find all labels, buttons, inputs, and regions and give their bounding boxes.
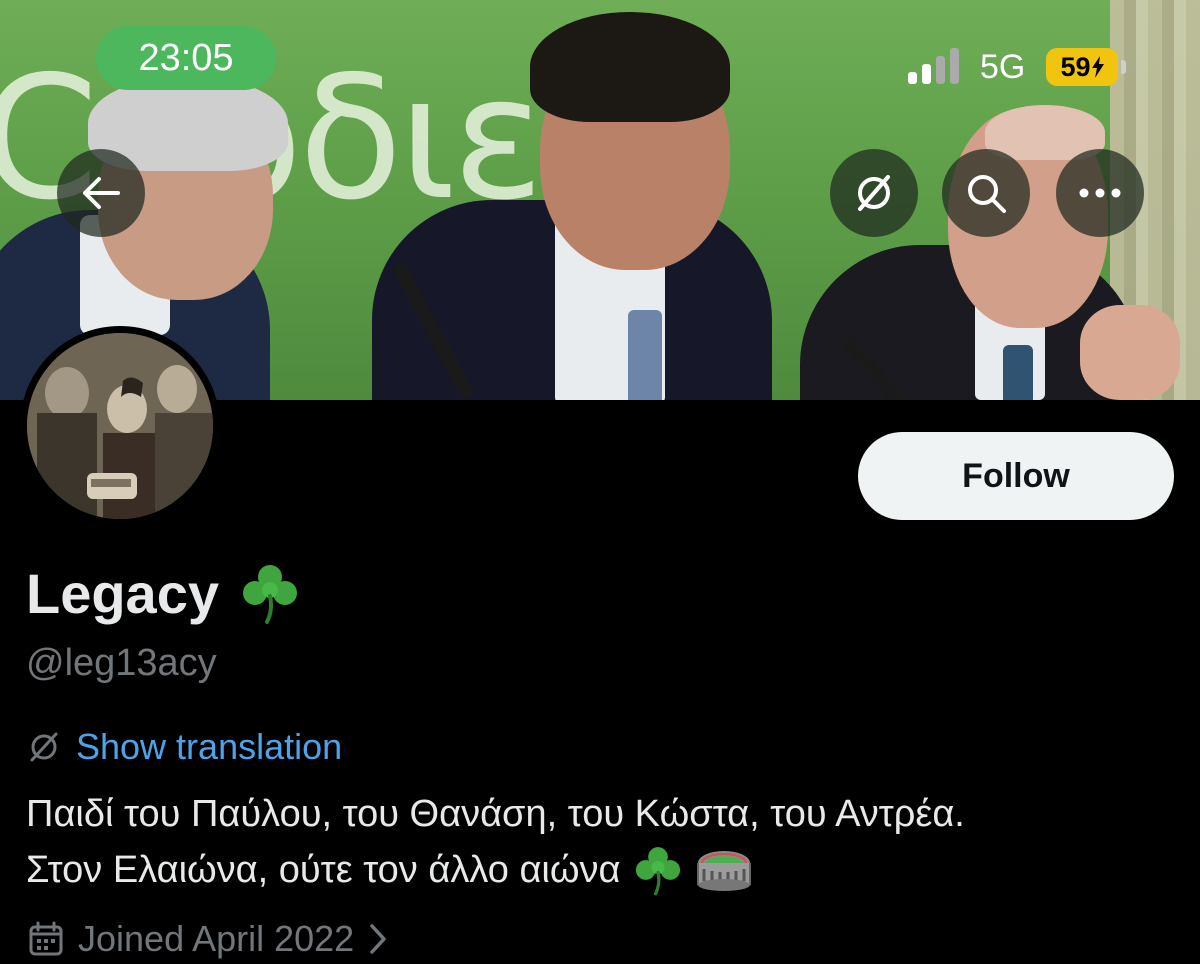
battery-level: 59 (1060, 51, 1091, 82)
translate-toggle-button[interactable] (830, 149, 918, 237)
joined-label: Joined April 2022 (78, 918, 355, 959)
stadium-icon (696, 851, 751, 891)
bio-line-2: Στον Ελαιώνα, ούτε τον άλλο αιώνα (26, 842, 1186, 898)
display-name: Legacy (26, 560, 303, 626)
shamrock-icon (635, 847, 680, 896)
more-options-button[interactable] (1056, 149, 1144, 237)
chevron-right-icon (370, 924, 386, 954)
battery-indicator: 59 (1046, 48, 1118, 86)
shamrock-icon (243, 565, 297, 624)
cellular-signal-icon (908, 48, 964, 84)
search-button[interactable] (942, 149, 1030, 237)
charging-bolt-icon (1091, 56, 1104, 78)
calendar-icon (29, 921, 63, 956)
battery-tip (1121, 60, 1126, 74)
back-button[interactable] (57, 149, 145, 237)
more-horizontal-icon (1079, 188, 1121, 198)
profile-banner[interactable]: Cορδιε 23:05 5G 59 (0, 0, 1200, 400)
arrow-left-icon (83, 177, 120, 209)
follow-button[interactable]: Follow (858, 432, 1174, 520)
search-icon (968, 175, 1006, 213)
profile-avatar[interactable] (20, 326, 220, 526)
avatar-photo (27, 333, 213, 519)
no-translate-icon (30, 732, 58, 762)
profile-bio: Παιδί του Παύλου, του Θανάση, του Κώστα,… (26, 786, 1186, 898)
joined-date[interactable]: Joined April 2022 (28, 918, 388, 960)
show-translation-label: Show translation (76, 726, 343, 767)
show-translation-link[interactable]: Show translation (26, 726, 342, 768)
status-time: 23:05 (96, 26, 276, 90)
no-translate-icon (858, 175, 890, 211)
network-type: 5G (980, 48, 1026, 86)
user-handle: @leg13acy (26, 642, 217, 684)
bio-line-1: Παιδί του Παύλου, του Θανάση, του Κώστα,… (26, 793, 965, 835)
bio-line-2-text: Στον Ελαιώνα, ούτε τον άλλο αιώνα (26, 849, 621, 891)
display-name-text: Legacy (26, 561, 219, 625)
avatar-vintage-photo-icon (27, 333, 213, 519)
